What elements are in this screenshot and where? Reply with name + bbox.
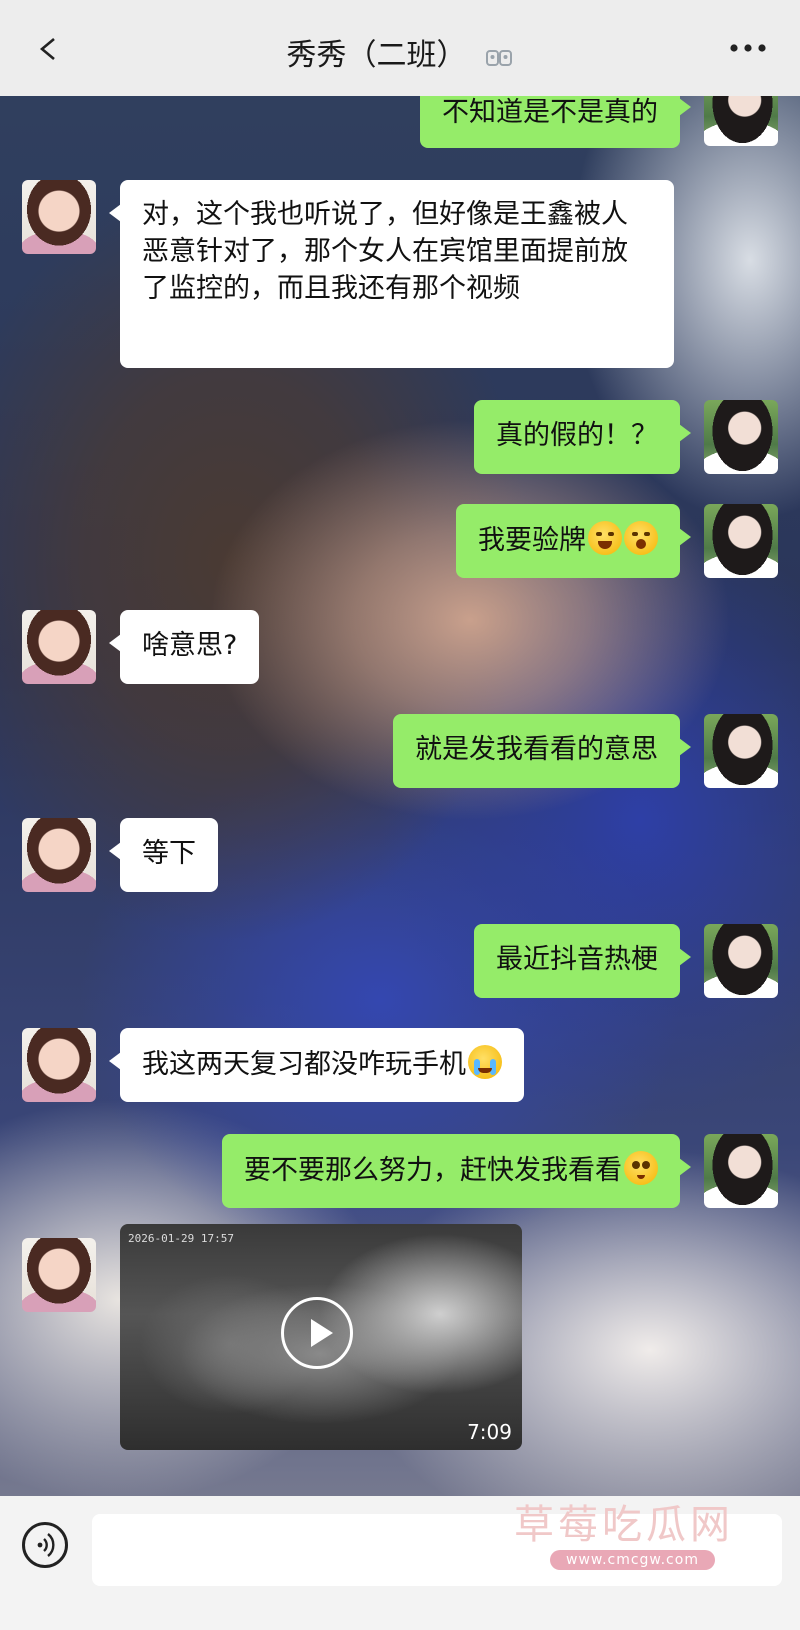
message-text: 最近抖音热梗 bbox=[496, 944, 658, 975]
video-message[interactable]: 2026-01-29 17:57 7:09 bbox=[120, 1224, 522, 1450]
avatar-me[interactable] bbox=[704, 714, 778, 788]
watermark: 草莓吃瓜网 www.cmcgw.com bbox=[514, 1492, 784, 1572]
message-text: 啥意思? bbox=[142, 630, 238, 661]
message-text: 就是发我看看的意思 bbox=[415, 734, 658, 765]
avatar-me[interactable] bbox=[704, 400, 778, 474]
message-text: 我要验牌 bbox=[478, 525, 586, 556]
avatar-me[interactable] bbox=[704, 924, 778, 998]
avatar-contact[interactable] bbox=[22, 818, 96, 892]
voice-wave-icon bbox=[37, 1533, 55, 1557]
message-bubble[interactable]: 就是发我看看的意思 bbox=[393, 714, 691, 788]
group-icon bbox=[485, 49, 512, 66]
chat-title: 秀秀（二班） bbox=[286, 38, 467, 73]
message-bubble[interactable]: 对，这个我也听说了，但好像是王鑫被人恶意针对了，那个女人在宾馆里面提前放了监控的… bbox=[109, 180, 674, 368]
avatar-contact[interactable] bbox=[22, 180, 96, 254]
dizzy-face-emoji bbox=[624, 521, 658, 555]
video-timestamp: 2026-01-29 17:57 bbox=[128, 1232, 234, 1245]
ellipsis-icon[interactable] bbox=[728, 42, 768, 54]
message-text: 等下 bbox=[142, 838, 196, 869]
crying-face-emoji bbox=[468, 1045, 502, 1079]
message-text: 我这两天复习都没咋玩手机 bbox=[142, 1049, 466, 1080]
avatar-me[interactable] bbox=[704, 1134, 778, 1208]
avatar-contact[interactable] bbox=[22, 610, 96, 684]
play-icon[interactable] bbox=[281, 1297, 353, 1369]
message-bubble[interactable]: 啥意思? bbox=[108, 610, 260, 684]
chat-header-overlay: 秀秀（二班） bbox=[0, 0, 800, 96]
watermark-text: 草莓吃瓜网 bbox=[514, 1502, 734, 1548]
message-bubble[interactable]: 最近抖音热梗 bbox=[474, 924, 691, 998]
avatar-contact[interactable] bbox=[22, 1028, 96, 1102]
avatar-contact[interactable] bbox=[22, 1238, 96, 1312]
message-bubble[interactable]: 等下 bbox=[109, 818, 218, 892]
message-text: 不知道是不是真的 bbox=[442, 97, 658, 128]
message-bubble[interactable]: 真的假的！？ bbox=[474, 400, 691, 474]
message-bubble[interactable]: 要不要那么努力，赶快发我看看 bbox=[222, 1134, 691, 1208]
message-bubble[interactable]: 我这两天复习都没咋玩手机 bbox=[109, 1028, 524, 1102]
message-bubble[interactable]: 我要验牌 bbox=[456, 504, 691, 578]
laughing-tears-emoji bbox=[588, 521, 622, 555]
pleading-face-emoji bbox=[624, 1151, 658, 1185]
message-text: 真的假的！？ bbox=[496, 420, 658, 451]
voice-icon[interactable] bbox=[22, 1522, 68, 1568]
avatar-me[interactable] bbox=[704, 504, 778, 578]
watermark-url: www.cmcgw.com bbox=[550, 1550, 715, 1570]
message-text: 要不要那么努力，赶快发我看看 bbox=[244, 1155, 622, 1186]
message-text: 对，这个我也听说了，但好像是王鑫被人恶意针对了，那个女人在宾馆里面提前放了监控的… bbox=[142, 199, 628, 304]
chat-title-wrap: 秀秀（二班） bbox=[0, 30, 800, 74]
video-duration: 7:09 bbox=[467, 1420, 512, 1444]
